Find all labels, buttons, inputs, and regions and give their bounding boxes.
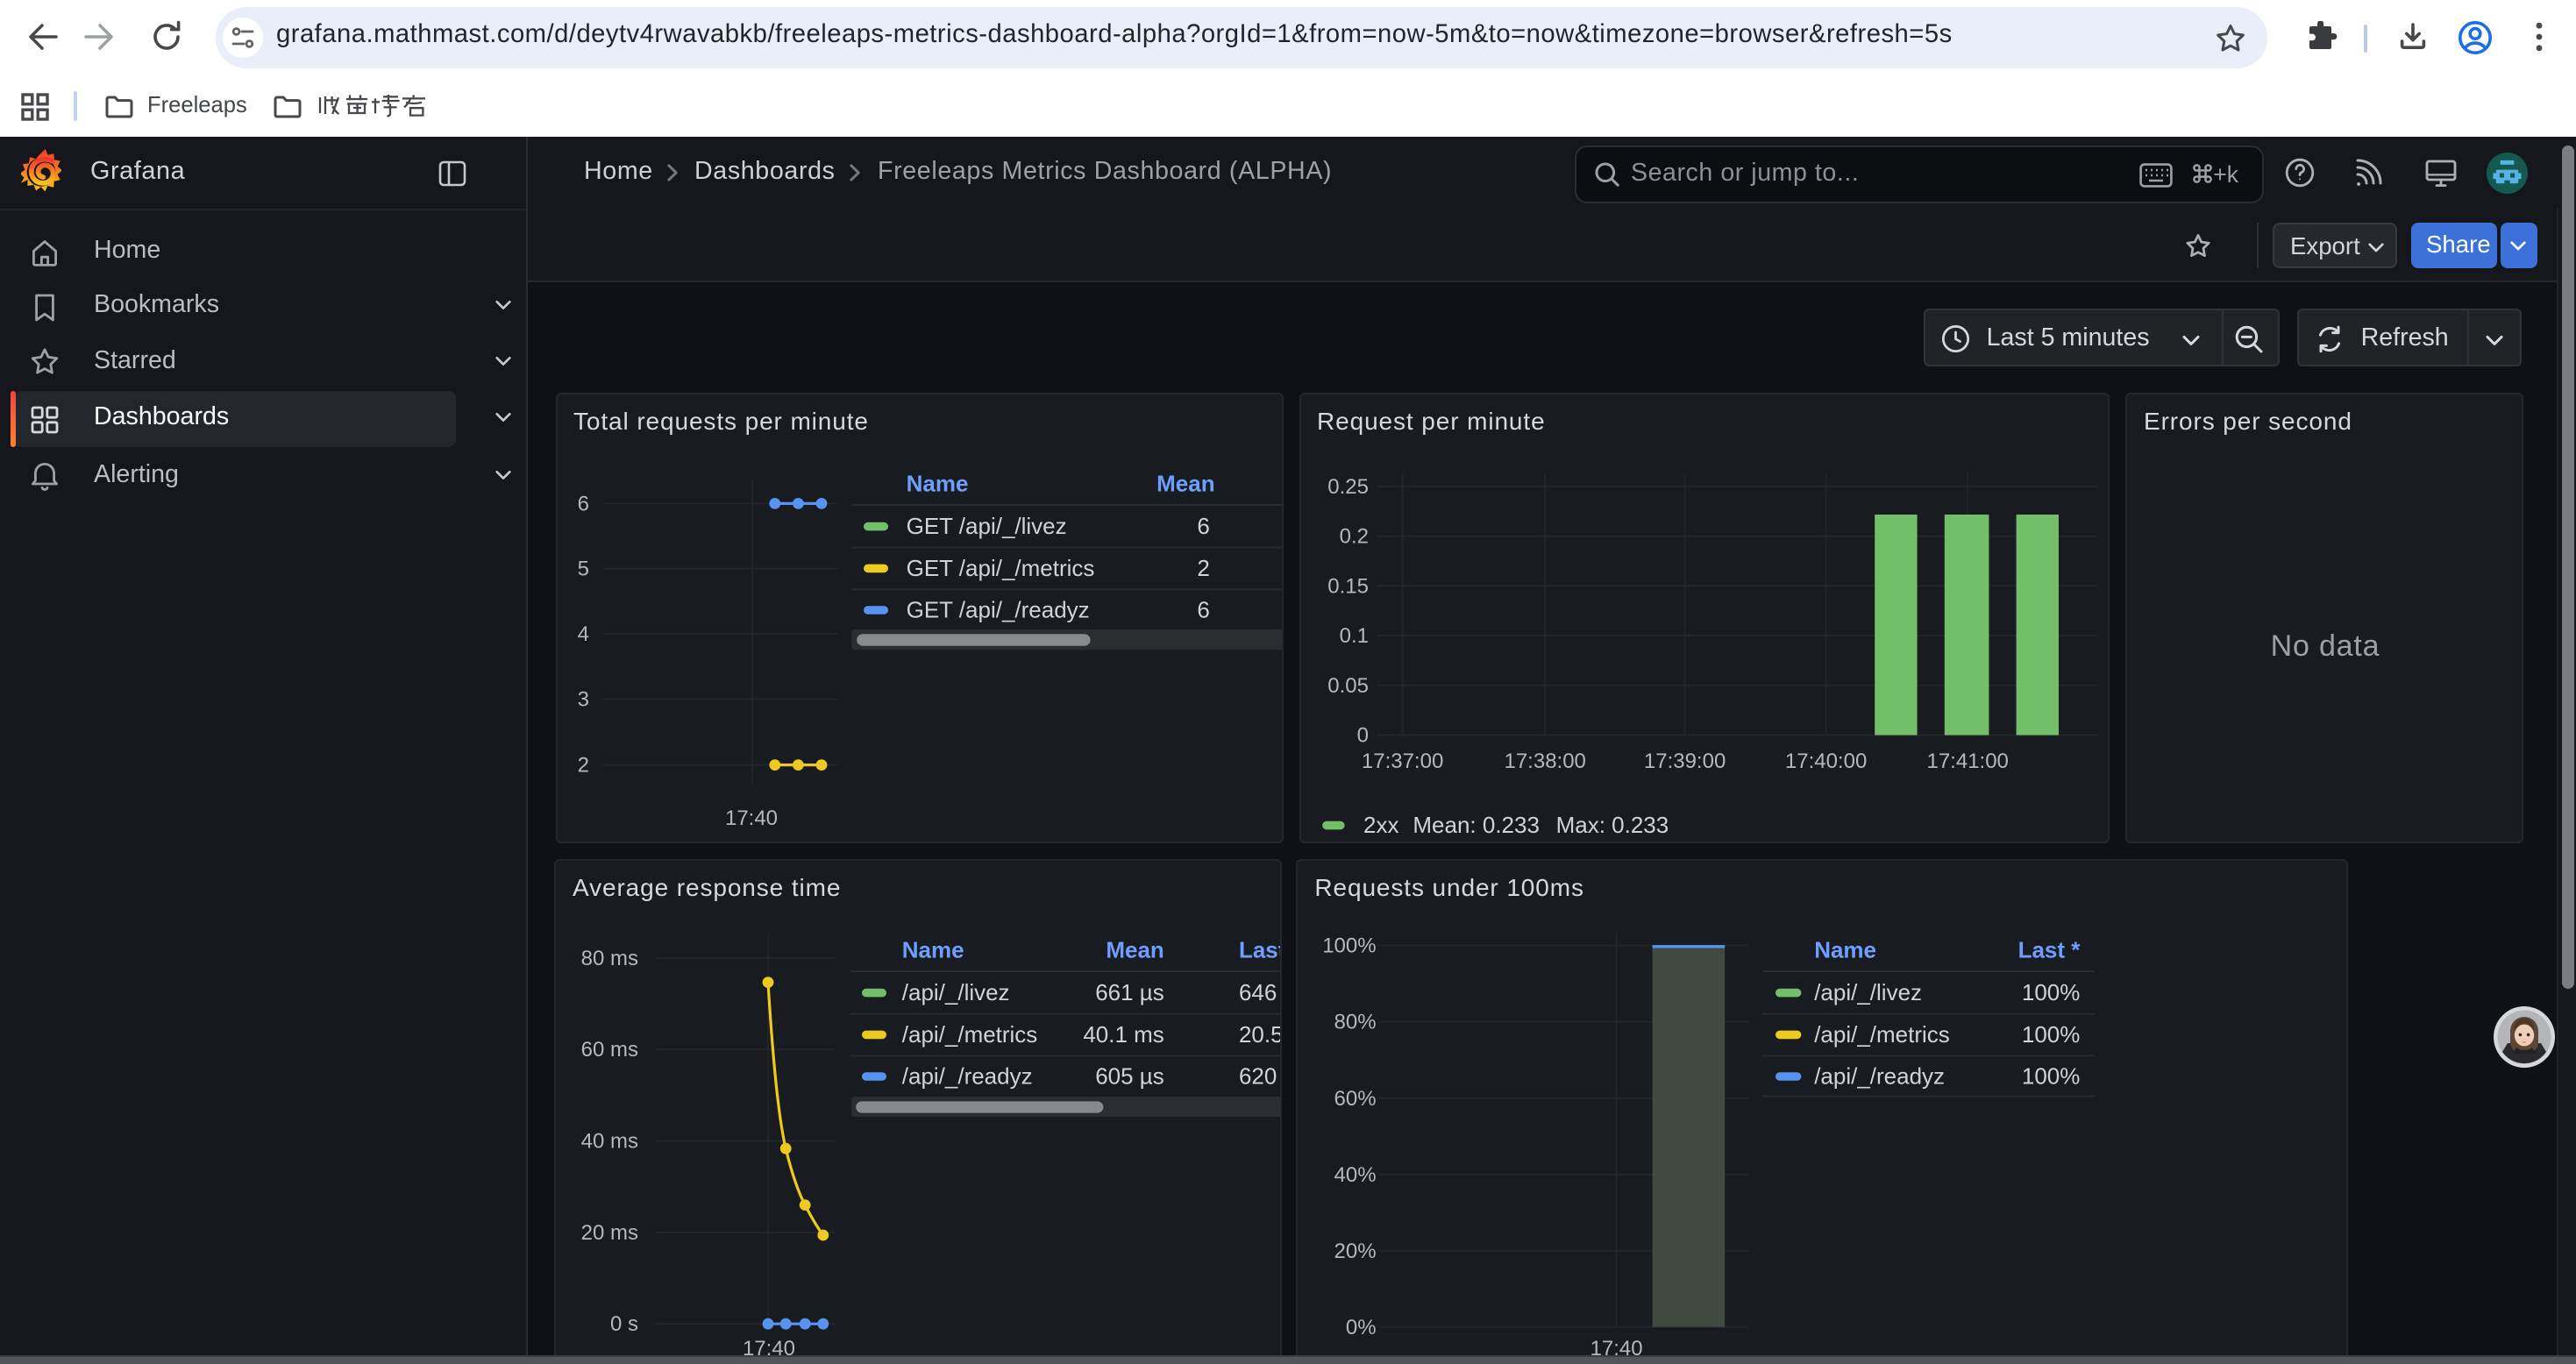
svg-text:Mean: 0.233: Mean: 0.233 <box>1412 812 1539 838</box>
svg-text:100%: 100% <box>2022 1063 2081 1090</box>
svg-text:Last *: Last * <box>1239 937 1282 963</box>
svg-text:0.25: 0.25 <box>1327 475 1368 499</box>
svg-text:/api/_/metrics: /api/_/metrics <box>902 1021 1038 1048</box>
svg-text:17:41:00: 17:41:00 <box>1925 749 2007 773</box>
svg-text:0 s: 0 s <box>610 1312 638 1336</box>
svg-text:2: 2 <box>1196 555 1208 581</box>
svg-text:GET /api/_/livez: GET /api/_/livez <box>906 513 1066 539</box>
svg-text:3: 3 <box>577 688 588 712</box>
svg-text:20%: 20% <box>1334 1240 1377 1263</box>
svg-text:Name: Name <box>902 937 964 963</box>
svg-text:Name: Name <box>906 471 968 497</box>
svg-text:605 µs: 605 µs <box>1095 1063 1164 1090</box>
svg-text:0.05: 0.05 <box>1327 674 1368 698</box>
svg-text:6: 6 <box>1196 597 1208 623</box>
svg-text:0.15: 0.15 <box>1327 574 1368 598</box>
svg-text:5: 5 <box>577 558 588 581</box>
svg-text:GET /api/_/metrics: GET /api/_/metrics <box>906 555 1094 581</box>
svg-text:4: 4 <box>577 622 588 646</box>
svg-text:Name: Name <box>1815 937 1877 963</box>
svg-text:100%: 100% <box>1323 934 1377 958</box>
svg-text:GET /api/_/readyz: GET /api/_/readyz <box>906 597 1089 623</box>
svg-text:40.1 ms: 40.1 ms <box>1083 1021 1163 1048</box>
svg-text:100%: 100% <box>2022 979 2081 1005</box>
svg-text:6: 6 <box>577 492 588 515</box>
svg-text:620: 620 <box>1239 1063 1277 1090</box>
svg-text:40 ms: 40 ms <box>581 1130 638 1154</box>
svg-text:Mean: Mean <box>1106 937 1163 963</box>
svg-text:17:37:00: 17:37:00 <box>1361 749 1442 773</box>
svg-text:60 ms: 60 ms <box>581 1038 638 1062</box>
svg-text:20.5 ms: 20.5 ms <box>1239 1021 1282 1048</box>
svg-text:60%: 60% <box>1334 1087 1377 1111</box>
svg-text:661 µs: 661 µs <box>1095 979 1164 1005</box>
svg-text:Max: 0.233: Max: 0.233 <box>1555 812 1669 838</box>
svg-text:Last *: Last * <box>2018 937 2081 963</box>
svg-text:17:39:00: 17:39:00 <box>1643 749 1725 773</box>
svg-text:17:40:00: 17:40:00 <box>1784 749 1866 773</box>
svg-text:2: 2 <box>577 754 588 778</box>
svg-text:20 ms: 20 ms <box>581 1221 638 1245</box>
svg-text:/api/_/livez: /api/_/livez <box>902 979 1010 1005</box>
svg-text:/api/_/readyz: /api/_/readyz <box>1815 1063 1946 1090</box>
svg-text:0: 0 <box>1356 724 1368 748</box>
svg-text:17:40: 17:40 <box>724 806 777 830</box>
svg-text:/api/_/metrics: /api/_/metrics <box>1815 1021 1951 1048</box>
svg-text:646: 646 <box>1239 979 1277 1005</box>
svg-text:Mean: Mean <box>1156 471 1213 497</box>
svg-text:40%: 40% <box>1334 1163 1377 1187</box>
svg-text:/api/_/readyz: /api/_/readyz <box>902 1063 1033 1090</box>
svg-text:6: 6 <box>1196 513 1208 539</box>
svg-text:2xx: 2xx <box>1363 812 1398 838</box>
svg-text:0.2: 0.2 <box>1339 525 1368 549</box>
svg-text:0.1: 0.1 <box>1339 624 1368 648</box>
svg-text:17:38:00: 17:38:00 <box>1503 749 1584 773</box>
svg-text:/api/_/livez: /api/_/livez <box>1815 979 1923 1005</box>
svg-text:100%: 100% <box>2022 1021 2081 1048</box>
svg-text:80 ms: 80 ms <box>581 947 638 970</box>
svg-text:80%: 80% <box>1334 1011 1377 1034</box>
svg-text:0%: 0% <box>1346 1316 1377 1339</box>
